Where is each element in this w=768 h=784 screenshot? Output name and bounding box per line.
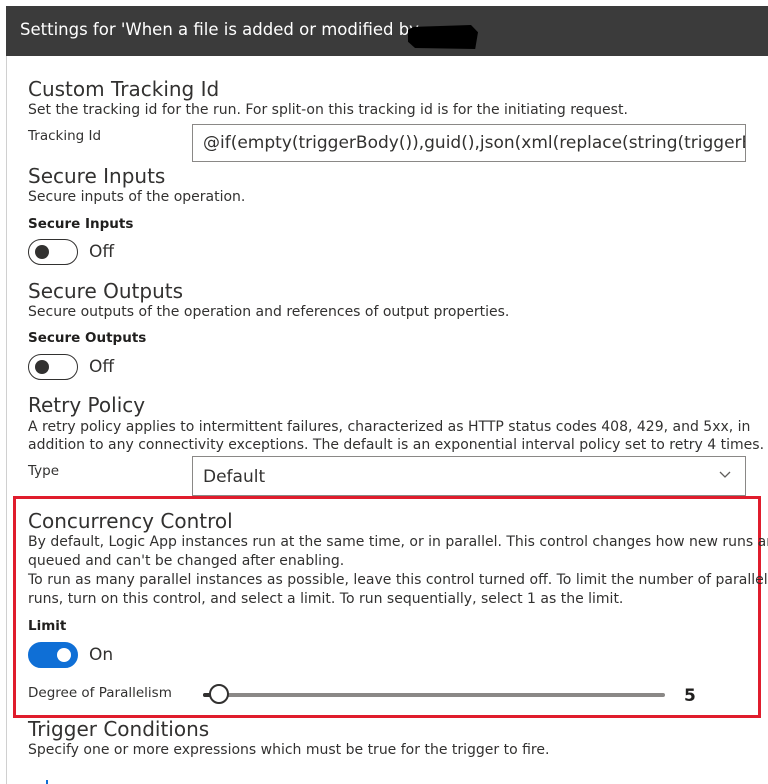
add-condition-indicator[interactable] [46,780,48,784]
parallelism-value: 5 [684,686,696,706]
parallelism-slider-thumb[interactable] [209,684,229,704]
secure-inputs-toggle[interactable] [28,239,78,265]
retry-type-label: Type [28,463,60,479]
parallelism-label: Degree of Parallelism [28,685,172,701]
redaction-mark [408,25,478,49]
secure-outputs-section-title: Secure Outputs [28,279,184,303]
secure-outputs-toggle-label: Secure Outputs [28,330,147,346]
retry-section-title: Retry Policy [28,393,146,417]
concurrency-desc-line3: To run as many parallel instances as pos… [28,572,768,588]
settings-header: Settings for 'When a file is added or mo… [6,6,768,56]
toggle-knob [35,360,49,374]
secure-inputs-section-title: Secure Inputs [28,164,166,188]
concurrency-desc-line1: By default, Logic App instances run at t… [28,534,768,550]
concurrency-desc-line2: queued and can't be changed after enabli… [28,553,345,569]
tracking-section-title: Custom Tracking Id [28,77,220,101]
settings-title: Settings for 'When a file is added or mo… [20,20,419,39]
retry-description-line1: A retry policy applies to intermittent f… [28,419,751,435]
tracking-id-input[interactable]: @if(empty(triggerBody()),guid(),json(xml… [192,124,746,162]
retry-type-value: Default [203,467,266,487]
limit-toggle[interactable] [28,642,78,668]
trigger-conditions-title: Trigger Conditions [28,717,210,741]
tracking-id-label: Tracking Id [28,128,102,144]
chevron-down-icon [719,471,731,478]
limit-toggle-label: Limit [28,618,67,634]
trigger-conditions-description: Specify one or more expressions which mu… [28,742,550,758]
retry-description-line2: addition to any connectivity exceptions.… [28,437,765,453]
secure-inputs-toggle-label: Secure Inputs [28,216,134,232]
tracking-description: Set the tracking id for the run. For spl… [28,102,628,118]
secure-inputs-state: Off [89,242,115,262]
parallelism-slider-track[interactable] [203,693,665,697]
secure-outputs-state: Off [89,357,115,377]
limit-state: On [89,645,114,665]
toggle-knob [35,245,49,259]
toggle-knob [57,648,71,662]
secure-outputs-description: Secure outputs of the operation and refe… [28,304,510,320]
concurrency-section-title: Concurrency Control [28,509,233,533]
retry-type-select[interactable]: Default [192,456,746,496]
concurrency-desc-line4: runs, turn on this control, and select a… [28,591,624,607]
secure-inputs-description: Secure inputs of the operation. [28,189,246,205]
secure-outputs-toggle[interactable] [28,354,78,380]
